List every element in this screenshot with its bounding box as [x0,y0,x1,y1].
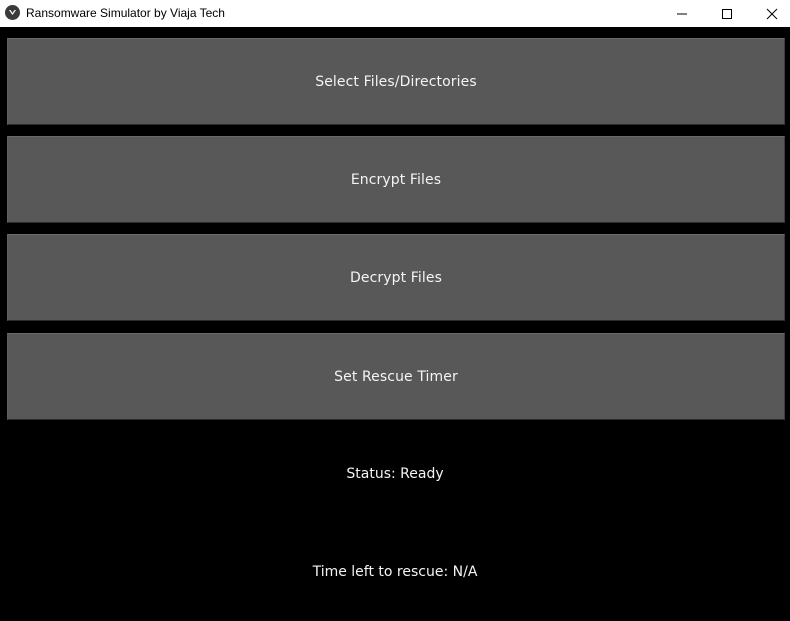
encrypt-files-button[interactable]: Encrypt Files [7,136,785,223]
window-title: Ransomware Simulator by Viaja Tech [26,6,225,20]
close-button[interactable] [749,0,790,27]
maximize-icon [722,8,732,19]
maximize-button[interactable] [704,0,750,27]
select-files-button[interactable]: Select Files/Directories [7,38,785,125]
decrypt-files-button[interactable]: Decrypt Files [7,234,785,321]
title-bar[interactable]: Ransomware Simulator by Viaja Tech [0,0,790,27]
set-rescue-timer-label: Set Rescue Timer [334,368,458,385]
set-rescue-timer-button[interactable]: Set Rescue Timer [7,333,785,420]
encrypt-files-label: Encrypt Files [350,171,442,188]
app-logo-icon [5,5,20,20]
select-files-label: Select Files/Directories [315,73,477,90]
close-icon [766,8,778,19]
decrypt-files-label: Decrypt Files [350,269,442,286]
minimize-button[interactable] [659,0,705,27]
app-window: Ransomware Simulator by Viaja Tech Selec… [0,0,790,621]
rescue-timer-label: Time left to rescue: N/A [312,564,478,580]
status-label: Status: Ready [346,466,444,482]
minimize-icon [677,13,687,14]
